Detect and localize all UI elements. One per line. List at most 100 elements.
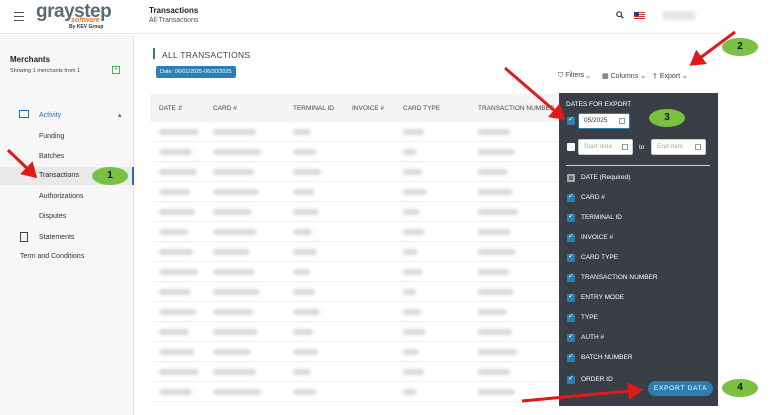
field-checkbox[interactable]	[567, 312, 575, 322]
redacted-cell	[403, 249, 418, 255]
redacted-cell	[293, 229, 312, 235]
step-badge-3: 3	[649, 109, 685, 127]
export-button[interactable]: ⇪ Export ⌄	[652, 72, 688, 80]
redacted-cell	[293, 369, 311, 375]
redacted-cell	[159, 169, 197, 175]
redacted-cell	[213, 349, 251, 355]
field-checkbox[interactable]	[567, 192, 575, 202]
sort-icon[interactable]: ⇵	[178, 106, 183, 112]
search-icon[interactable]	[616, 11, 624, 19]
date-filter-chip[interactable]: Date: 06/01/2025-06/30/2025	[156, 66, 236, 78]
redacted-cell	[159, 349, 194, 355]
filter-icon: ⛉	[558, 72, 564, 79]
add-merchant-icon[interactable]: +	[112, 66, 120, 74]
redacted-cell	[213, 129, 256, 135]
redacted-cell	[403, 149, 417, 155]
sidebar-item-label: Transactions	[39, 172, 79, 179]
sidebar-item-activity[interactable]: Activity ▴	[0, 109, 134, 123]
field-label: AUTH #	[581, 334, 605, 341]
redacted-cell	[403, 389, 417, 395]
redacted-cell	[293, 289, 315, 295]
filters-label: Filters	[565, 72, 585, 79]
calendar-icon	[619, 118, 625, 124]
redacted-cell	[478, 129, 510, 135]
field-checkbox[interactable]	[567, 374, 575, 384]
redacted-cell	[213, 149, 261, 155]
us-flag-icon[interactable]	[634, 12, 645, 19]
column-header-invoice[interactable]: INVOICE #	[352, 105, 384, 112]
range-export-checkbox[interactable]	[567, 143, 575, 151]
app-root: graystep software By KEV Group Transacti…	[0, 0, 780, 415]
sidebar-item-statements[interactable]: Statements	[0, 232, 134, 244]
filters-button[interactable]: ⛉ Filters ⌄	[558, 72, 590, 80]
calendar-icon	[695, 144, 701, 150]
breadcrumb: All Transactions	[149, 17, 199, 24]
redacted-cell	[478, 209, 518, 215]
redacted-cell	[478, 309, 507, 315]
redacted-cell	[159, 229, 188, 235]
redacted-cell	[478, 149, 515, 155]
sidebar-item-label: Activity	[39, 112, 62, 119]
redacted-cell	[213, 369, 256, 375]
redacted-cell	[478, 229, 511, 235]
redacted-cell	[159, 369, 199, 375]
column-header-card[interactable]: CARD #	[213, 105, 237, 112]
columns-label: Columns	[610, 73, 639, 80]
redacted-cell	[403, 289, 416, 295]
month-export-checkbox[interactable]	[567, 115, 575, 125]
field-checkbox[interactable]	[567, 332, 575, 342]
field-checkbox[interactable]	[567, 212, 575, 222]
redacted-cell	[293, 389, 316, 395]
columns-button[interactable]: ▦ Columns ⌄	[602, 72, 646, 80]
field-label: BATCH NUMBER	[581, 354, 633, 361]
column-header-card-type[interactable]: CARD TYPE	[403, 105, 440, 112]
merchants-count: Showing 1 merchants from 1	[10, 68, 81, 74]
redacted-cell	[293, 249, 317, 255]
column-header-date[interactable]: DATE ⇵	[159, 105, 183, 112]
sidebar-item-authorizations[interactable]: Authorizations	[39, 193, 83, 200]
user-menu[interactable]	[662, 11, 696, 20]
divider	[566, 165, 710, 166]
sidebar-item-batches[interactable]: Batches	[39, 153, 64, 160]
redacted-cell	[159, 189, 190, 195]
redacted-cell	[478, 349, 517, 355]
sidebar-item-disputes[interactable]: Disputes	[39, 213, 66, 220]
redacted-cell	[403, 329, 426, 335]
redacted-cell	[213, 209, 252, 215]
sidebar-item-label: Statements	[39, 234, 75, 241]
calendar-icon	[622, 144, 628, 150]
field-checkbox[interactable]	[567, 272, 575, 282]
month-picker-input[interactable]: 05/2025	[578, 113, 630, 129]
redacted-cell	[159, 389, 192, 395]
redacted-cell	[403, 229, 425, 235]
field-checkbox[interactable]	[567, 252, 575, 262]
redacted-cell	[293, 149, 316, 155]
export-data-button[interactable]: EXPORT DATA	[648, 381, 713, 396]
column-header-terminal[interactable]: TERMINAL ID	[293, 105, 334, 112]
redacted-cell	[403, 169, 422, 175]
start-date-input[interactable]: Start date	[578, 139, 633, 155]
field-checkbox[interactable]	[567, 352, 575, 362]
redacted-cell	[213, 229, 257, 235]
sidebar-item-funding[interactable]: Funding	[39, 133, 64, 140]
sidebar-item-terms[interactable]: Term and Conditions	[20, 253, 84, 260]
field-checkbox[interactable]	[567, 292, 575, 302]
hamburger-menu-icon[interactable]	[14, 12, 24, 21]
redacted-cell	[213, 249, 250, 255]
month-value: 05/2025	[584, 117, 608, 124]
redacted-cell	[293, 349, 318, 355]
redacted-cell	[159, 289, 191, 295]
redacted-cell	[213, 329, 258, 335]
end-date-input[interactable]: End date	[651, 139, 706, 155]
field-checkbox[interactable]	[567, 232, 575, 242]
redacted-cell	[403, 129, 424, 135]
redacted-cell	[293, 129, 311, 135]
column-header-txn-number[interactable]: TRANSACTION NUMBER	[478, 105, 555, 112]
merchants-title: Merchants	[10, 55, 51, 64]
step-badge-1: 1	[92, 167, 128, 185]
redacted-cell	[213, 389, 261, 395]
redacted-cell	[213, 169, 254, 175]
redacted-cell	[293, 169, 321, 175]
top-header: graystep software By KEV Group Transacti…	[0, 0, 720, 34]
redacted-cell	[159, 329, 189, 335]
